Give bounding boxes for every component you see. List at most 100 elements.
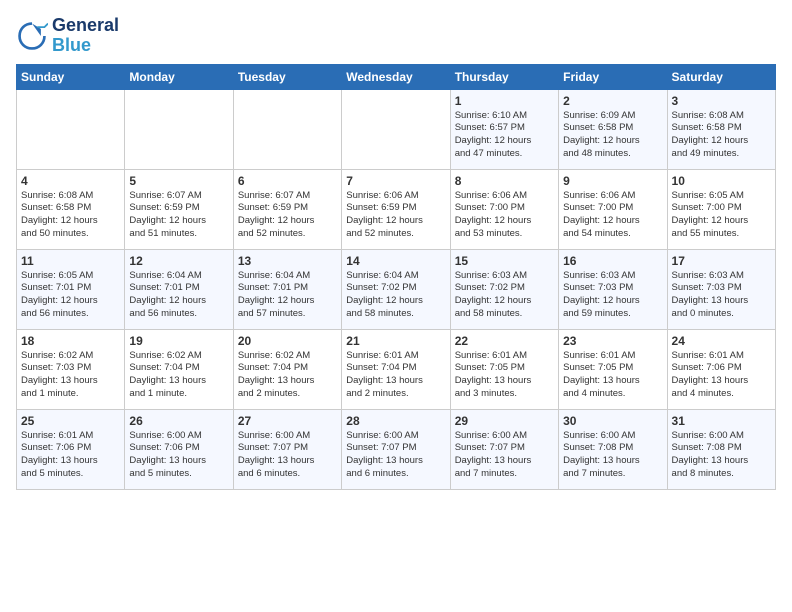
calendar-cell: 22 Sunrise: 6:01 AM Sunset: 7:05 PM Dayli… (450, 329, 558, 409)
calendar-cell: 27 Sunrise: 6:00 AM Sunset: 7:07 PM Dayli… (233, 409, 341, 489)
calendar-cell: 19 Sunrise: 6:02 AM Sunset: 7:04 PM Dayli… (125, 329, 233, 409)
day-info: Sunrise: 6:00 AM Sunset: 7:07 PM Dayligh… (238, 430, 337, 481)
day-info: Sunrise: 6:04 AM Sunset: 7:02 PM Dayligh… (346, 270, 445, 321)
day-info: Sunrise: 6:01 AM Sunset: 7:06 PM Dayligh… (21, 430, 120, 481)
calendar-row-0: 1Sunrise: 6:10 AM Sunset: 6:57 PM Daylig… (17, 89, 776, 169)
weekday-header-row: SundayMondayTuesdayWednesdayThursdayFrid… (17, 64, 776, 89)
calendar-cell: 4Sunrise: 6:08 AM Sunset: 6:58 PM Daylig… (17, 169, 125, 249)
day-number: 5 (129, 174, 228, 188)
day-info: Sunrise: 6:02 AM Sunset: 7:04 PM Dayligh… (238, 350, 337, 401)
page-header: GeneralBlue (16, 16, 776, 56)
day-info: Sunrise: 6:07 AM Sunset: 6:59 PM Dayligh… (129, 190, 228, 241)
calendar-cell: 30Sunrise: 6:00 AM Sunset: 7:08 PM Dayli… (559, 409, 667, 489)
calendar-cell: 3Sunrise: 6:08 AM Sunset: 6:58 PM Daylig… (667, 89, 775, 169)
calendar-cell (233, 89, 341, 169)
calendar-cell: 15 Sunrise: 6:03 AM Sunset: 7:02 PM Dayli… (450, 249, 558, 329)
weekday-header-sunday: Sunday (17, 64, 125, 89)
day-number: 8 (455, 174, 554, 188)
day-number: 18 (21, 334, 120, 348)
calendar-table: SundayMondayTuesdayWednesdayThursdayFrid… (16, 64, 776, 490)
calendar-cell: 6 Sunrise: 6:07 AM Sunset: 6:59 PM Daylig… (233, 169, 341, 249)
weekday-header-friday: Friday (559, 64, 667, 89)
day-info: Sunrise: 6:07 AM Sunset: 6:59 PM Dayligh… (238, 190, 337, 241)
calendar-cell: 12 Sunrise: 6:04 AM Sunset: 7:01 PM Dayli… (125, 249, 233, 329)
day-number: 4 (21, 174, 120, 188)
day-info: Sunrise: 6:00 AM Sunset: 7:08 PM Dayligh… (672, 430, 771, 481)
calendar-cell: 20 Sunrise: 6:02 AM Sunset: 7:04 PM Dayli… (233, 329, 341, 409)
weekday-header-monday: Monday (125, 64, 233, 89)
day-number: 28 (346, 414, 445, 428)
calendar-cell: 2 Sunrise: 6:09 AM Sunset: 6:58 PM Daylig… (559, 89, 667, 169)
day-info: Sunrise: 6:02 AM Sunset: 7:04 PM Dayligh… (129, 350, 228, 401)
day-number: 14 (346, 254, 445, 268)
calendar-cell (17, 89, 125, 169)
day-number: 22 (455, 334, 554, 348)
calendar-cell: 25 Sunrise: 6:01 AM Sunset: 7:06 PM Dayli… (17, 409, 125, 489)
day-number: 9 (563, 174, 662, 188)
day-info: Sunrise: 6:03 AM Sunset: 7:03 PM Dayligh… (672, 270, 771, 321)
calendar-cell: 14 Sunrise: 6:04 AM Sunset: 7:02 PM Dayli… (342, 249, 450, 329)
day-info: Sunrise: 6:02 AM Sunset: 7:03 PM Dayligh… (21, 350, 120, 401)
day-number: 31 (672, 414, 771, 428)
calendar-cell: 10Sunrise: 6:05 AM Sunset: 7:00 PM Dayli… (667, 169, 775, 249)
weekday-header-thursday: Thursday (450, 64, 558, 89)
day-number: 3 (672, 94, 771, 108)
calendar-cell (342, 89, 450, 169)
day-number: 21 (346, 334, 445, 348)
day-number: 6 (238, 174, 337, 188)
calendar-cell: 11 Sunrise: 6:05 AM Sunset: 7:01 PM Dayli… (17, 249, 125, 329)
day-number: 2 (563, 94, 662, 108)
calendar-row-2: 11 Sunrise: 6:05 AM Sunset: 7:01 PM Dayli… (17, 249, 776, 329)
day-number: 27 (238, 414, 337, 428)
logo-icon (16, 20, 48, 52)
calendar-cell: 21 Sunrise: 6:01 AM Sunset: 7:04 PM Dayli… (342, 329, 450, 409)
day-number: 23 (563, 334, 662, 348)
day-info: Sunrise: 6:03 AM Sunset: 7:03 PM Dayligh… (563, 270, 662, 321)
calendar-cell: 29Sunrise: 6:00 AM Sunset: 7:07 PM Dayli… (450, 409, 558, 489)
day-number: 12 (129, 254, 228, 268)
day-number: 7 (346, 174, 445, 188)
day-number: 16 (563, 254, 662, 268)
day-info: Sunrise: 6:01 AM Sunset: 7:04 PM Dayligh… (346, 350, 445, 401)
day-info: Sunrise: 6:00 AM Sunset: 7:06 PM Dayligh… (129, 430, 228, 481)
day-number: 20 (238, 334, 337, 348)
calendar-cell: 13 Sunrise: 6:04 AM Sunset: 7:01 PM Dayli… (233, 249, 341, 329)
calendar-cell: 28Sunrise: 6:00 AM Sunset: 7:07 PM Dayli… (342, 409, 450, 489)
calendar-cell: 18 Sunrise: 6:02 AM Sunset: 7:03 PM Dayli… (17, 329, 125, 409)
day-info: Sunrise: 6:05 AM Sunset: 7:00 PM Dayligh… (672, 190, 771, 241)
day-number: 26 (129, 414, 228, 428)
day-info: Sunrise: 6:06 AM Sunset: 6:59 PM Dayligh… (346, 190, 445, 241)
day-info: Sunrise: 6:00 AM Sunset: 7:07 PM Dayligh… (455, 430, 554, 481)
weekday-header-saturday: Saturday (667, 64, 775, 89)
calendar-cell: 17 Sunrise: 6:03 AM Sunset: 7:03 PM Dayli… (667, 249, 775, 329)
logo: GeneralBlue (16, 16, 119, 56)
day-number: 19 (129, 334, 228, 348)
logo-text: GeneralBlue (52, 16, 119, 56)
calendar-row-3: 18 Sunrise: 6:02 AM Sunset: 7:03 PM Dayli… (17, 329, 776, 409)
day-info: Sunrise: 6:04 AM Sunset: 7:01 PM Dayligh… (238, 270, 337, 321)
day-info: Sunrise: 6:04 AM Sunset: 7:01 PM Dayligh… (129, 270, 228, 321)
calendar-row-4: 25 Sunrise: 6:01 AM Sunset: 7:06 PM Dayli… (17, 409, 776, 489)
calendar-cell: 26 Sunrise: 6:00 AM Sunset: 7:06 PM Dayli… (125, 409, 233, 489)
day-number: 17 (672, 254, 771, 268)
weekday-header-wednesday: Wednesday (342, 64, 450, 89)
day-info: Sunrise: 6:06 AM Sunset: 7:00 PM Dayligh… (563, 190, 662, 241)
day-number: 24 (672, 334, 771, 348)
calendar-cell: 31 Sunrise: 6:00 AM Sunset: 7:08 PM Dayli… (667, 409, 775, 489)
day-info: Sunrise: 6:03 AM Sunset: 7:02 PM Dayligh… (455, 270, 554, 321)
calendar-cell: 8Sunrise: 6:06 AM Sunset: 7:00 PM Daylig… (450, 169, 558, 249)
day-info: Sunrise: 6:01 AM Sunset: 7:05 PM Dayligh… (563, 350, 662, 401)
calendar-row-1: 4Sunrise: 6:08 AM Sunset: 6:58 PM Daylig… (17, 169, 776, 249)
calendar-cell: 24 Sunrise: 6:01 AM Sunset: 7:06 PM Dayli… (667, 329, 775, 409)
day-info: Sunrise: 6:05 AM Sunset: 7:01 PM Dayligh… (21, 270, 120, 321)
day-info: Sunrise: 6:00 AM Sunset: 7:08 PM Dayligh… (563, 430, 662, 481)
day-number: 13 (238, 254, 337, 268)
day-number: 25 (21, 414, 120, 428)
day-number: 1 (455, 94, 554, 108)
day-number: 15 (455, 254, 554, 268)
day-info: Sunrise: 6:09 AM Sunset: 6:58 PM Dayligh… (563, 110, 662, 161)
day-number: 11 (21, 254, 120, 268)
day-info: Sunrise: 6:01 AM Sunset: 7:06 PM Dayligh… (672, 350, 771, 401)
calendar-cell: 1Sunrise: 6:10 AM Sunset: 6:57 PM Daylig… (450, 89, 558, 169)
day-info: Sunrise: 6:01 AM Sunset: 7:05 PM Dayligh… (455, 350, 554, 401)
